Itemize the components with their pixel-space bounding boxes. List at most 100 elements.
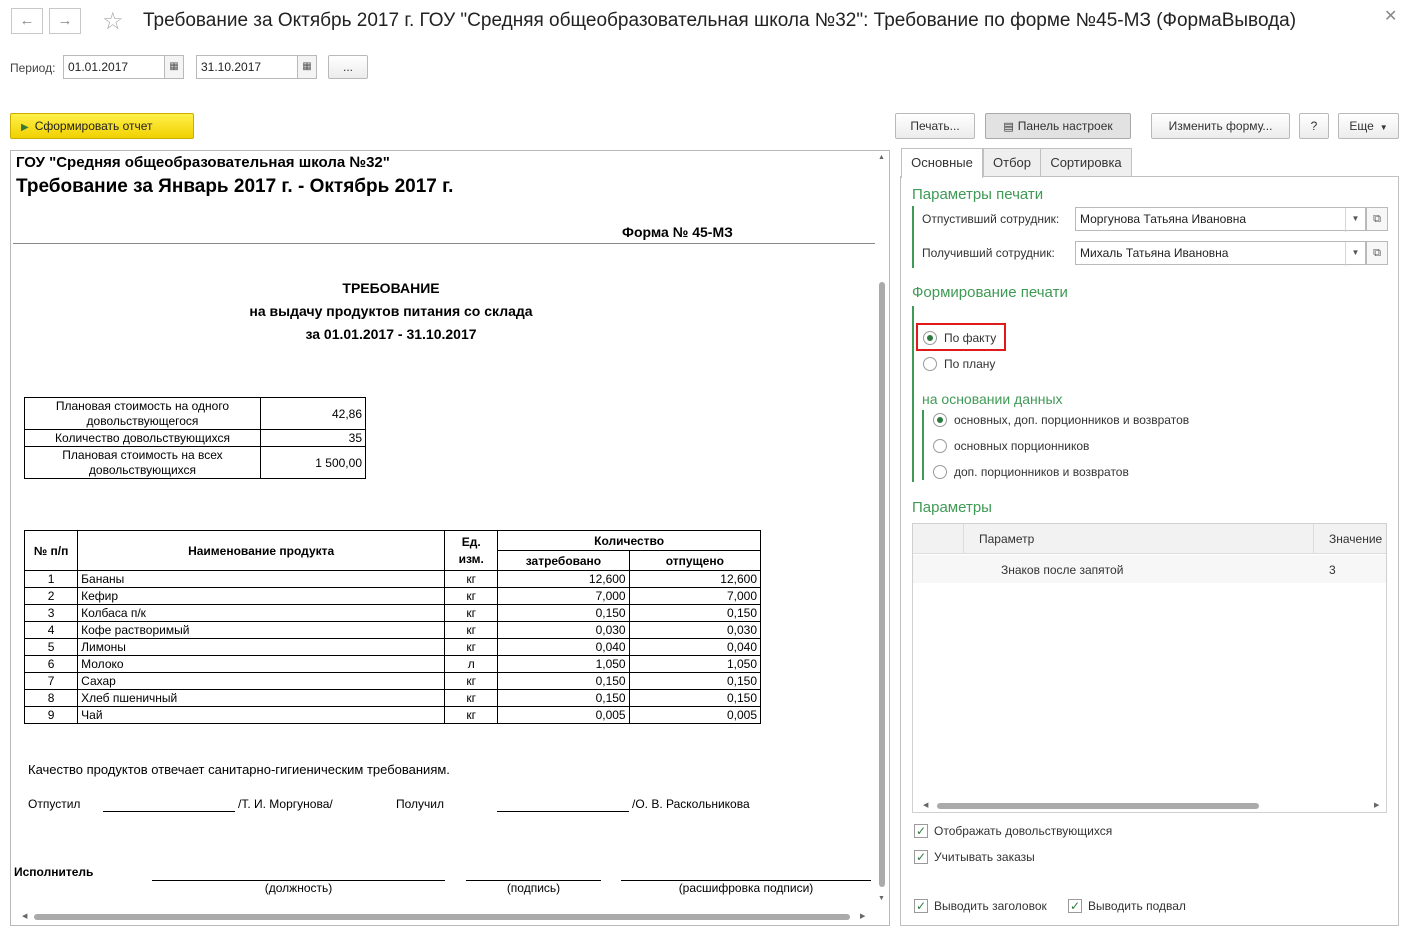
scroll-right-icon[interactable]: ▶: [1374, 801, 1379, 809]
show-footer-label[interactable]: Выводить подвал: [1088, 899, 1186, 913]
show-eaters-label[interactable]: Отображать довольствующихся: [934, 824, 1112, 838]
calendar-icon: ▦: [169, 61, 179, 72]
star-icon[interactable]: ☆: [102, 7, 124, 36]
released-signature-line: [103, 811, 235, 812]
row-released: 0,150: [628, 604, 762, 622]
report-vertical-scroll-thumb[interactable]: [879, 282, 885, 887]
row-name: Хлеб пшеничный: [77, 689, 446, 707]
settings-panel-button[interactable]: ▤ Панель настроек: [985, 113, 1131, 139]
checkmark-icon: ✓: [915, 824, 927, 838]
report-heading: Требование за Январь 2017 г. - Октябрь 2…: [16, 176, 454, 197]
period-from-calendar-button[interactable]: ▦: [164, 55, 184, 79]
scroll-left-icon[interactable]: ◀: [923, 801, 928, 809]
table-row: 6 Молоко л 1,050 1,050: [23, 655, 762, 673]
open-released-employee-button[interactable]: ⧉: [1366, 207, 1388, 231]
report-horizontal-scroll-thumb[interactable]: [34, 914, 850, 920]
forward-button[interactable]: →: [49, 8, 81, 34]
show-header-checkbox[interactable]: ✓: [914, 899, 928, 913]
params-col-value[interactable]: Значение: [1329, 532, 1382, 546]
params-horizontal-scroll-thumb[interactable]: [937, 803, 1259, 809]
doc-title: ТРЕБОВАНИЕ: [342, 280, 440, 296]
row-num: 7: [23, 672, 79, 690]
orders-checkbox[interactable]: ✓: [914, 850, 928, 864]
header-num: № п/п: [23, 530, 79, 571]
based-on-label-all[interactable]: основных, доп. порционников и возвратов: [954, 413, 1189, 427]
row-requested: 0,005: [497, 706, 630, 724]
scroll-down-icon[interactable]: ▼: [878, 895, 885, 902]
by-fact-label[interactable]: По факту: [944, 331, 996, 345]
period-to-calendar-button[interactable]: ▦: [297, 55, 317, 79]
row-released: 0,005: [628, 706, 762, 724]
show-footer-checkbox[interactable]: ✓: [1068, 899, 1082, 913]
back-button[interactable]: ←: [11, 8, 43, 34]
row-name: Молоко: [77, 655, 446, 673]
show-eaters-checkbox[interactable]: ✓: [914, 824, 928, 838]
by-plan-radio[interactable]: [923, 357, 937, 371]
generate-report-button[interactable]: ▶ Сформировать отчет: [10, 113, 194, 139]
help-button[interactable]: ?: [1299, 113, 1329, 139]
row-released: 12,600: [628, 570, 762, 588]
params-header-divider: [1313, 524, 1314, 554]
change-form-button[interactable]: Изменить форму...: [1151, 113, 1290, 139]
by-plan-label[interactable]: По плану: [944, 357, 995, 371]
based-on-radio-extra[interactable]: [933, 465, 947, 479]
print-forming-title: Формирование печати: [912, 284, 1068, 301]
more-label: Еще: [1349, 119, 1374, 133]
by-fact-radio[interactable]: [923, 331, 937, 345]
summary-label: Плановая стоимость на одного довольствую…: [24, 397, 261, 430]
row-unit: кг: [444, 621, 499, 639]
params-row-value[interactable]: 3: [1329, 563, 1336, 577]
period-to-input[interactable]: 31.10.2017: [196, 55, 298, 79]
table-row: 2 Кефир кг 7,000 7,000: [23, 587, 762, 605]
report-vertical-scrollbar[interactable]: ▲: [877, 152, 887, 904]
received-employee-field[interactable]: Михаль Татьяна Ивановна ▼: [1075, 241, 1366, 266]
scroll-left-icon[interactable]: ◀: [22, 912, 27, 920]
executor-label: Исполнитель: [14, 865, 94, 879]
row-requested: 0,150: [497, 689, 630, 707]
more-button[interactable]: Еще ▼: [1338, 113, 1399, 139]
summary-row: Плановая стоимость на всех довольствующи…: [24, 446, 366, 479]
row-unit: кг: [444, 587, 499, 605]
tab-filter[interactable]: Отбор: [983, 148, 1041, 177]
open-received-employee-button[interactable]: ⧉: [1366, 241, 1388, 265]
row-name: Кофе растворимый: [77, 621, 446, 639]
released-employee-field[interactable]: Моргунова Татьяна Ивановна ▼: [1075, 207, 1366, 232]
tab-main[interactable]: Основные: [901, 148, 983, 178]
received-label: Получил: [396, 797, 444, 811]
show-header-label[interactable]: Выводить заголовок: [934, 899, 1047, 913]
scroll-right-icon[interactable]: ▶: [860, 912, 865, 920]
position-caption: (должность): [264, 881, 333, 895]
doc-period: за 01.01.2017 - 31.10.2017: [305, 326, 477, 342]
print-button[interactable]: Печать...: [895, 113, 975, 139]
period-from-input[interactable]: 01.01.2017: [63, 55, 165, 79]
play-icon: ▶: [21, 122, 29, 133]
checkmark-icon: ✓: [1069, 899, 1081, 913]
summary-value: 1 500,00: [260, 446, 366, 479]
print-params-group-bar: [912, 206, 914, 268]
scroll-up-icon[interactable]: ▲: [878, 154, 885, 161]
based-on-radio-all[interactable]: [933, 413, 947, 427]
row-requested: 0,150: [497, 672, 630, 690]
row-name: Чай: [77, 706, 446, 724]
report-divider: [13, 243, 875, 244]
based-on-label-extra[interactable]: доп. порционников и возвратов: [954, 465, 1129, 479]
based-on-label-main[interactable]: основных порционников: [954, 439, 1089, 453]
chevron-down-icon[interactable]: ▼: [1345, 208, 1365, 232]
summary-value: 42,86: [260, 397, 366, 430]
based-on-radio-main[interactable]: [933, 439, 947, 453]
header-requested: затребовано: [497, 550, 630, 571]
params-row[interactable]: [913, 555, 1386, 583]
orders-label[interactable]: Учитывать заказы: [934, 850, 1035, 864]
row-requested: 0,030: [497, 621, 630, 639]
report-document: ГОУ "Средняя общеобразовательная школа №…: [10, 150, 890, 926]
period-choose-button[interactable]: ...: [328, 55, 368, 79]
row-unit: кг: [444, 689, 499, 707]
chevron-down-icon[interactable]: ▼: [1345, 242, 1365, 266]
products-table: № п/п Наименование продукта Ед. изм. Кол…: [23, 530, 762, 724]
row-unit: кг: [444, 604, 499, 622]
close-icon[interactable]: ✕: [1384, 6, 1397, 26]
chevron-down-icon: ▼: [1379, 123, 1388, 132]
params-col-param[interactable]: Параметр: [979, 532, 1034, 546]
tab-sorting[interactable]: Сортировка: [1040, 148, 1132, 177]
checkmark-icon: ✓: [915, 850, 927, 864]
